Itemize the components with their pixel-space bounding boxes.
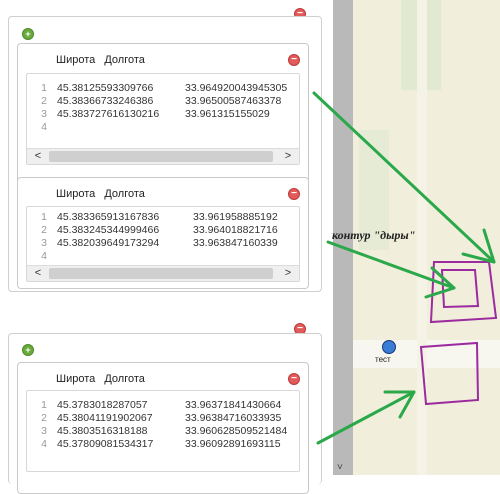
lat-value: 45.3803516318188 bbox=[57, 425, 148, 437]
scroll-thumb[interactable] bbox=[49, 268, 273, 279]
map-road bbox=[417, 0, 427, 475]
horizontal-scrollbar[interactable]: < > bbox=[27, 148, 299, 164]
lat-value: 45.383245344999466 bbox=[57, 224, 160, 236]
coord-row[interactable]: 1 45.3783018287057 33.96371841430664 bbox=[27, 399, 299, 412]
lng-value: 33.961958885192 bbox=[193, 211, 278, 223]
coordinate-editor-2[interactable]: 1 45.383365913167836 33.961958885192 2 45.3… bbox=[26, 206, 300, 282]
line-number: 4 bbox=[41, 438, 47, 450]
coord-row[interactable]: 1 45.383365913167836 33.961958885192 bbox=[27, 211, 299, 224]
line-number: 1 bbox=[41, 211, 47, 223]
header-lng: Долгота bbox=[104, 54, 145, 66]
coord-row[interactable]: 4 bbox=[27, 121, 299, 134]
lat-value: 45.382039649173294 bbox=[57, 237, 160, 249]
lng-value: 33.96384716033935 bbox=[185, 412, 282, 424]
column-headers: Широта Долгота bbox=[56, 54, 151, 66]
lat-value: 45.3783018287057 bbox=[57, 399, 148, 411]
column-headers: Широта Долгота bbox=[56, 188, 151, 200]
coord-row[interactable]: 2 45.383245344999466 33.964018821716 bbox=[27, 224, 299, 237]
line-number: 2 bbox=[41, 224, 47, 236]
panel-1: + Широта Долгота − 1 45.38125593309766 33.… bbox=[8, 16, 322, 292]
header-lng: Долгота bbox=[104, 373, 145, 385]
line-number: 3 bbox=[41, 425, 47, 437]
marker-label: тест bbox=[375, 355, 391, 364]
lat-value: 45.383365913167836 bbox=[57, 211, 160, 223]
coord-row[interactable]: 3 45.3803516318188 33.960628509521484 bbox=[27, 425, 299, 438]
polygon-card-3: Широта Долгота − 1 45.3783018287057 33.963… bbox=[17, 362, 309, 494]
line-number: 4 bbox=[41, 250, 47, 262]
coord-row[interactable]: 4 bbox=[27, 250, 299, 263]
remove-polygon-2-button[interactable]: − bbox=[288, 188, 300, 200]
chevron-right-icon[interactable]: > bbox=[279, 149, 297, 164]
chevron-down-icon[interactable]: ˅ bbox=[337, 462, 343, 473]
lng-value: 33.964920043945305 bbox=[185, 82, 288, 94]
lng-value: 33.963847160339 bbox=[193, 237, 278, 249]
coordinate-editor-3[interactable]: 1 45.3783018287057 33.96371841430664 2 45.3… bbox=[26, 390, 300, 472]
lat-value: 45.38041191902067 bbox=[57, 412, 153, 424]
coord-row[interactable]: 3 45.382039649173294 33.963847160339 bbox=[27, 237, 299, 250]
header-lng: Долгота bbox=[104, 188, 145, 200]
lat-value: 45.383727616130216 bbox=[57, 108, 160, 120]
header-lat: Широта bbox=[56, 188, 96, 200]
remove-polygon-3-button[interactable]: − bbox=[288, 373, 300, 385]
lat-value: 45.38125593309766 bbox=[57, 82, 154, 94]
lat-value: 45.37809081534317 bbox=[57, 438, 154, 450]
lat-value: 45.38366733246386 bbox=[57, 95, 154, 107]
chevron-right-icon[interactable]: > bbox=[279, 266, 297, 281]
line-number: 2 bbox=[41, 412, 47, 424]
lng-value: 33.96500587463378 bbox=[185, 95, 282, 107]
line-number: 4 bbox=[41, 121, 47, 133]
column-headers: Широта Долгота bbox=[56, 373, 151, 385]
add-polygon-2-button[interactable]: + bbox=[22, 344, 34, 356]
remove-polygon-1-button[interactable]: − bbox=[288, 54, 300, 66]
polygon-card-1: Широта Долгота − 1 45.38125593309766 33.96… bbox=[17, 43, 309, 187]
chevron-left-icon[interactable]: < bbox=[29, 266, 47, 281]
header-lat: Широта bbox=[56, 54, 96, 66]
coord-row[interactable]: 4 45.37809081534317 33.96092891693115 bbox=[27, 438, 299, 451]
line-number: 1 bbox=[41, 82, 47, 94]
polygon-card-2: Широта Долгота − 1 45.383365913167836 33.9… bbox=[17, 177, 309, 289]
line-number: 3 bbox=[41, 108, 47, 120]
coord-row[interactable]: 2 45.38366733246386 33.96500587463378 bbox=[27, 95, 299, 108]
polygon-editor-panel: − + Широта Долгота − 1 45.38125593309766 3… bbox=[0, 0, 333, 494]
scroll-thumb[interactable] bbox=[49, 151, 273, 162]
coord-row[interactable]: 2 45.38041191902067 33.96384716033935 bbox=[27, 412, 299, 425]
coord-row[interactable]: 1 45.38125593309766 33.964920043945305 bbox=[27, 82, 299, 95]
line-number: 3 bbox=[41, 237, 47, 249]
lng-value: 33.961315155029 bbox=[185, 108, 270, 120]
lng-value: 33.96092891693115 bbox=[185, 438, 281, 450]
chevron-left-icon[interactable]: < bbox=[29, 149, 47, 164]
coord-row[interactable]: 3 45.383727616130216 33.961315155029 bbox=[27, 108, 299, 121]
lng-value: 33.964018821716 bbox=[193, 224, 278, 236]
header-lat: Широта bbox=[56, 373, 96, 385]
lng-value: 33.960628509521484 bbox=[185, 425, 288, 437]
hole-contour-annotation: контур "дыры" bbox=[332, 228, 416, 242]
line-number: 1 bbox=[41, 399, 47, 411]
add-polygon-1-button[interactable]: + bbox=[22, 28, 34, 40]
lng-value: 33.96371841430664 bbox=[185, 399, 282, 411]
line-number: 2 bbox=[41, 95, 47, 107]
panel-2: + Широта Долгота − 1 45.3783018287057 33.9… bbox=[8, 333, 322, 494]
coordinate-editor-1[interactable]: 1 45.38125593309766 33.964920043945305 2 45… bbox=[26, 73, 300, 165]
horizontal-scrollbar[interactable]: < > bbox=[27, 265, 299, 281]
location-dot-icon[interactable] bbox=[382, 340, 396, 354]
